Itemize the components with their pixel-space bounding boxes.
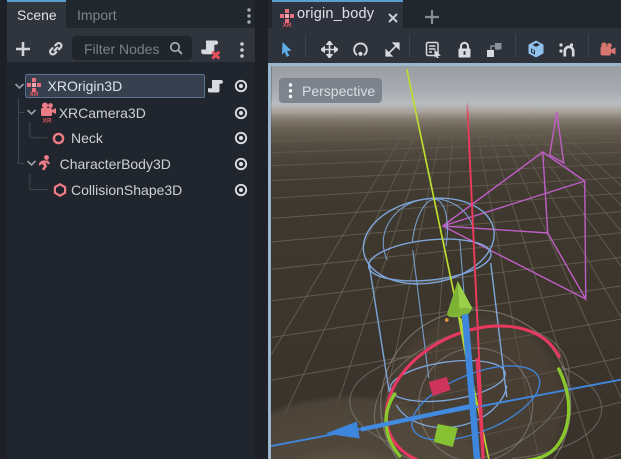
svg-text:XR: XR [29,91,38,96]
svg-text:XR: XR [282,22,291,27]
svg-text:XR: XR [42,117,51,123]
